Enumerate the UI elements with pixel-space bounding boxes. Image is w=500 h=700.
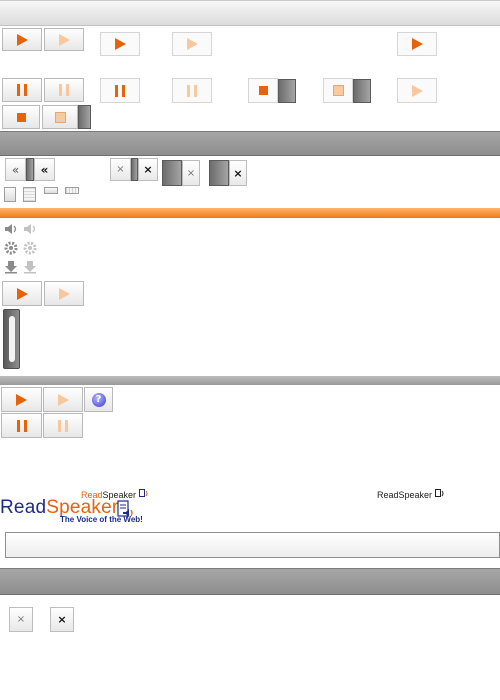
close-button[interactable]: × — [9, 607, 33, 632]
play-icon — [186, 38, 198, 50]
play-button-disabled[interactable] — [43, 387, 83, 412]
pause-icon — [115, 84, 125, 97]
play-icon — [16, 393, 27, 406]
close-icon: × — [57, 613, 67, 626]
close-button-active[interactable]: × — [138, 158, 158, 181]
pause-button[interactable] — [1, 413, 42, 438]
stop-button-disabled[interactable] — [42, 105, 78, 129]
close-button[interactable]: × — [110, 158, 131, 181]
orange-accent-bar — [0, 208, 500, 218]
grip-handle[interactable] — [23, 187, 36, 202]
rewind-separator — [26, 158, 34, 181]
play-icon — [411, 84, 423, 97]
close-icon: × — [143, 163, 153, 176]
rewind-button[interactable]: « — [5, 158, 26, 181]
speaker-icon[interactable] — [23, 222, 37, 236]
pause-button-flat-disabled[interactable] — [172, 78, 212, 103]
readspeaker-tagline: The Voice of the Web! — [60, 515, 143, 524]
vertical-slider[interactable] — [3, 309, 20, 369]
stop-icon — [332, 85, 344, 96]
close-button-active[interactable]: × — [229, 160, 247, 186]
top-toolbar-bar — [0, 0, 500, 26]
dark-toolbar-bar — [0, 131, 500, 156]
stop-icon — [258, 86, 268, 95]
readspeaker-logo-small-mono: ReadSpeaker — [377, 489, 445, 500]
stop-button-disabled[interactable] — [323, 78, 353, 103]
play-icon — [16, 33, 28, 46]
close-separator — [131, 158, 138, 181]
stop-button[interactable] — [248, 78, 278, 103]
speaker-icon[interactable] — [4, 222, 18, 236]
download-icon[interactable] — [4, 260, 18, 274]
close-button[interactable]: × — [182, 160, 200, 186]
close-icon: × — [233, 166, 243, 180]
stop-button-handle[interactable] — [278, 79, 296, 103]
pause-button-flat[interactable] — [100, 78, 140, 103]
speaker-icon — [138, 489, 148, 497]
play-icon — [114, 38, 126, 50]
stop-button-handle[interactable] — [78, 105, 91, 129]
close-button-active[interactable]: × — [50, 607, 74, 632]
pause-icon — [59, 84, 69, 96]
download-icon[interactable] — [23, 260, 37, 274]
gear-icon[interactable] — [23, 241, 37, 255]
double-chevron-left-icon: « — [40, 162, 49, 177]
play-button-right-disabled[interactable] — [397, 78, 437, 103]
play-button-flat-disabled[interactable] — [172, 32, 212, 56]
play-icon — [411, 38, 423, 50]
play-button[interactable] — [2, 28, 42, 51]
slider-track[interactable] — [9, 316, 15, 362]
close-icon: × — [16, 614, 26, 625]
play-button-flat[interactable] — [100, 32, 140, 56]
close-icon: × — [116, 164, 125, 175]
stop-button-handle[interactable] — [353, 79, 371, 103]
stop-button[interactable] — [2, 105, 40, 129]
pause-icon — [58, 419, 68, 432]
double-chevron-left-icon: « — [11, 162, 20, 177]
play-icon — [58, 33, 70, 46]
rewind-button-active[interactable]: « — [34, 158, 55, 181]
stop-icon — [54, 111, 66, 123]
pause-icon — [17, 84, 27, 96]
resize-handle[interactable] — [4, 187, 16, 202]
play-icon — [57, 393, 69, 406]
pause-button-disabled[interactable] — [43, 413, 83, 438]
play-button-right[interactable] — [397, 32, 437, 56]
close-button-handle[interactable] — [209, 160, 229, 186]
help-icon: ? — [91, 392, 106, 407]
speaker-icon — [434, 489, 444, 497]
play-button[interactable] — [2, 281, 42, 306]
close-icon: × — [186, 167, 196, 179]
gear-icon[interactable] — [4, 241, 18, 255]
close-button-handle[interactable] — [162, 160, 182, 186]
play-icon — [58, 287, 70, 300]
minimize-handle[interactable] — [44, 187, 58, 194]
pause-icon — [16, 419, 27, 432]
pause-button-disabled[interactable] — [44, 78, 84, 102]
thin-divider-bar — [0, 376, 500, 385]
dark-footer-bar — [0, 568, 500, 595]
stop-icon — [16, 112, 26, 122]
text-input-box[interactable] — [5, 532, 500, 558]
play-button[interactable] — [1, 387, 42, 412]
pause-icon — [187, 84, 197, 97]
help-button[interactable]: ? — [84, 387, 113, 412]
grip-handle-horizontal[interactable] — [65, 187, 79, 194]
play-icon — [16, 287, 28, 300]
play-button-disabled[interactable] — [44, 281, 84, 306]
pause-button[interactable] — [2, 78, 42, 102]
play-button-disabled[interactable] — [44, 28, 84, 51]
